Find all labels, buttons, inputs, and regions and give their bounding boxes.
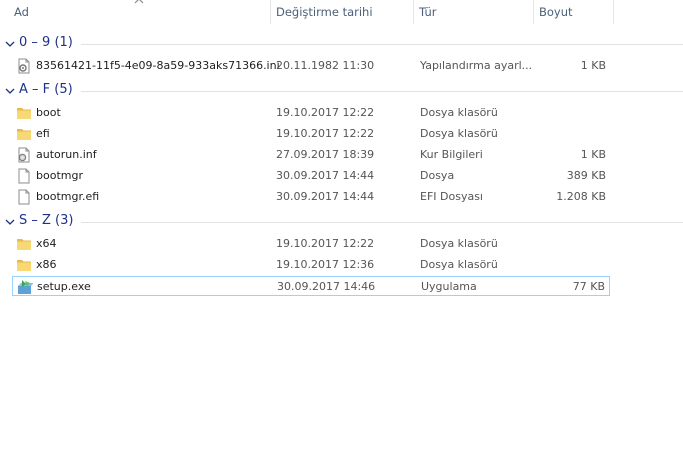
file-type: EFI Dosyası xyxy=(420,190,483,203)
column-header: Ad Değiştirme tarihi Tür Boyut xyxy=(0,0,683,26)
file-name: efi xyxy=(36,127,50,140)
file-name: 83561421-11f5-4e09-8a59-933aks71366.ini xyxy=(36,59,280,72)
file-type: Dosya klasörü xyxy=(420,258,498,271)
file-size: 1 KB xyxy=(580,59,606,72)
chevron-down-icon[interactable] xyxy=(4,216,16,228)
column-type[interactable]: Tür xyxy=(413,0,533,26)
setup-info-file-icon xyxy=(16,147,32,163)
group-header[interactable]: 0 – 9 (1) xyxy=(0,34,683,54)
file-name: boot xyxy=(36,106,61,119)
file-size: 77 KB xyxy=(572,280,605,293)
file-date: 30.09.2017 14:44 xyxy=(276,169,375,182)
column-name[interactable]: Ad xyxy=(8,0,270,26)
column-divider[interactable] xyxy=(613,0,614,24)
setup-exe-icon xyxy=(17,279,34,295)
file-date: 20.11.1982 11:30 xyxy=(276,59,375,72)
file-size: 1 KB xyxy=(580,148,606,161)
chevron-down-icon[interactable] xyxy=(4,85,16,97)
file-date: 19.10.2017 12:22 xyxy=(276,106,375,119)
file-row[interactable]: x86 19.10.2017 12:36 Dosya klasörü xyxy=(12,255,610,275)
file-name: x64 xyxy=(36,237,57,250)
file-type: Dosya klasörü xyxy=(420,237,498,250)
group-divider xyxy=(81,44,683,45)
file-name: autorun.inf xyxy=(36,148,97,161)
file-type: Uygulama xyxy=(421,280,477,293)
file-type: Dosya klasörü xyxy=(420,106,498,119)
file-size: 389 KB xyxy=(566,169,606,182)
file-date: 19.10.2017 12:36 xyxy=(276,258,375,271)
file-row[interactable]: boot 19.10.2017 12:22 Dosya klasörü xyxy=(12,103,610,123)
file-row[interactable]: autorun.inf 27.09.2017 18:39 Kur Bilgileri… xyxy=(12,145,610,165)
file-row[interactable]: setup.exe 30.09.2017 14:46 Uygulama 77 KB xyxy=(12,276,610,296)
file-name: bootmgr.efi xyxy=(36,190,100,203)
file-row[interactable]: bootmgr 30.09.2017 14:44 Dosya 389 KB xyxy=(12,166,610,186)
file-name: bootmgr xyxy=(36,169,83,182)
file-type: Yapılandırma ayarl... xyxy=(420,59,533,72)
group-divider xyxy=(81,91,683,92)
file-date: 19.10.2017 12:22 xyxy=(276,127,375,140)
file-type: Dosya xyxy=(420,169,455,182)
group-title: S – Z (3) xyxy=(19,213,74,228)
folder-icon xyxy=(16,105,32,121)
file-date: 30.09.2017 14:44 xyxy=(276,190,375,203)
file-name: x86 xyxy=(36,258,57,271)
config-file-icon xyxy=(16,58,32,74)
chevron-down-icon[interactable] xyxy=(4,38,16,50)
file-row[interactable]: bootmgr.efi 30.09.2017 14:44 EFI Dosyası 1.… xyxy=(12,187,610,207)
file-row[interactable]: efi 19.10.2017 12:22 Dosya klasörü xyxy=(12,124,610,144)
group-title: A – F (5) xyxy=(19,82,73,97)
group-title: 0 – 9 (1) xyxy=(19,35,73,50)
group-header[interactable]: S – Z (3) xyxy=(0,212,683,232)
file-size: 1.208 KB xyxy=(556,190,606,203)
file-date: 27.09.2017 18:39 xyxy=(276,148,375,161)
blank-file-icon xyxy=(16,189,32,205)
folder-icon xyxy=(16,236,32,252)
column-date-modified[interactable]: Değiştirme tarihi xyxy=(270,0,413,26)
file-date: 30.09.2017 14:46 xyxy=(277,280,376,293)
file-type: Dosya klasörü xyxy=(420,127,498,140)
folder-icon xyxy=(16,257,32,273)
file-date: 19.10.2017 12:22 xyxy=(276,237,375,250)
group-divider xyxy=(81,222,683,223)
folder-icon xyxy=(16,126,32,142)
column-size[interactable]: Boyut xyxy=(533,0,613,26)
blank-file-icon xyxy=(16,168,32,184)
file-row[interactable]: x64 19.10.2017 12:22 Dosya klasörü xyxy=(12,234,610,254)
group-header[interactable]: A – F (5) xyxy=(0,81,683,101)
file-row[interactable]: 83561421-11f5-4e09-8a59-933aks71366.ini 2… xyxy=(12,56,610,76)
file-name: setup.exe xyxy=(37,280,91,293)
file-type: Kur Bilgileri xyxy=(420,148,483,161)
